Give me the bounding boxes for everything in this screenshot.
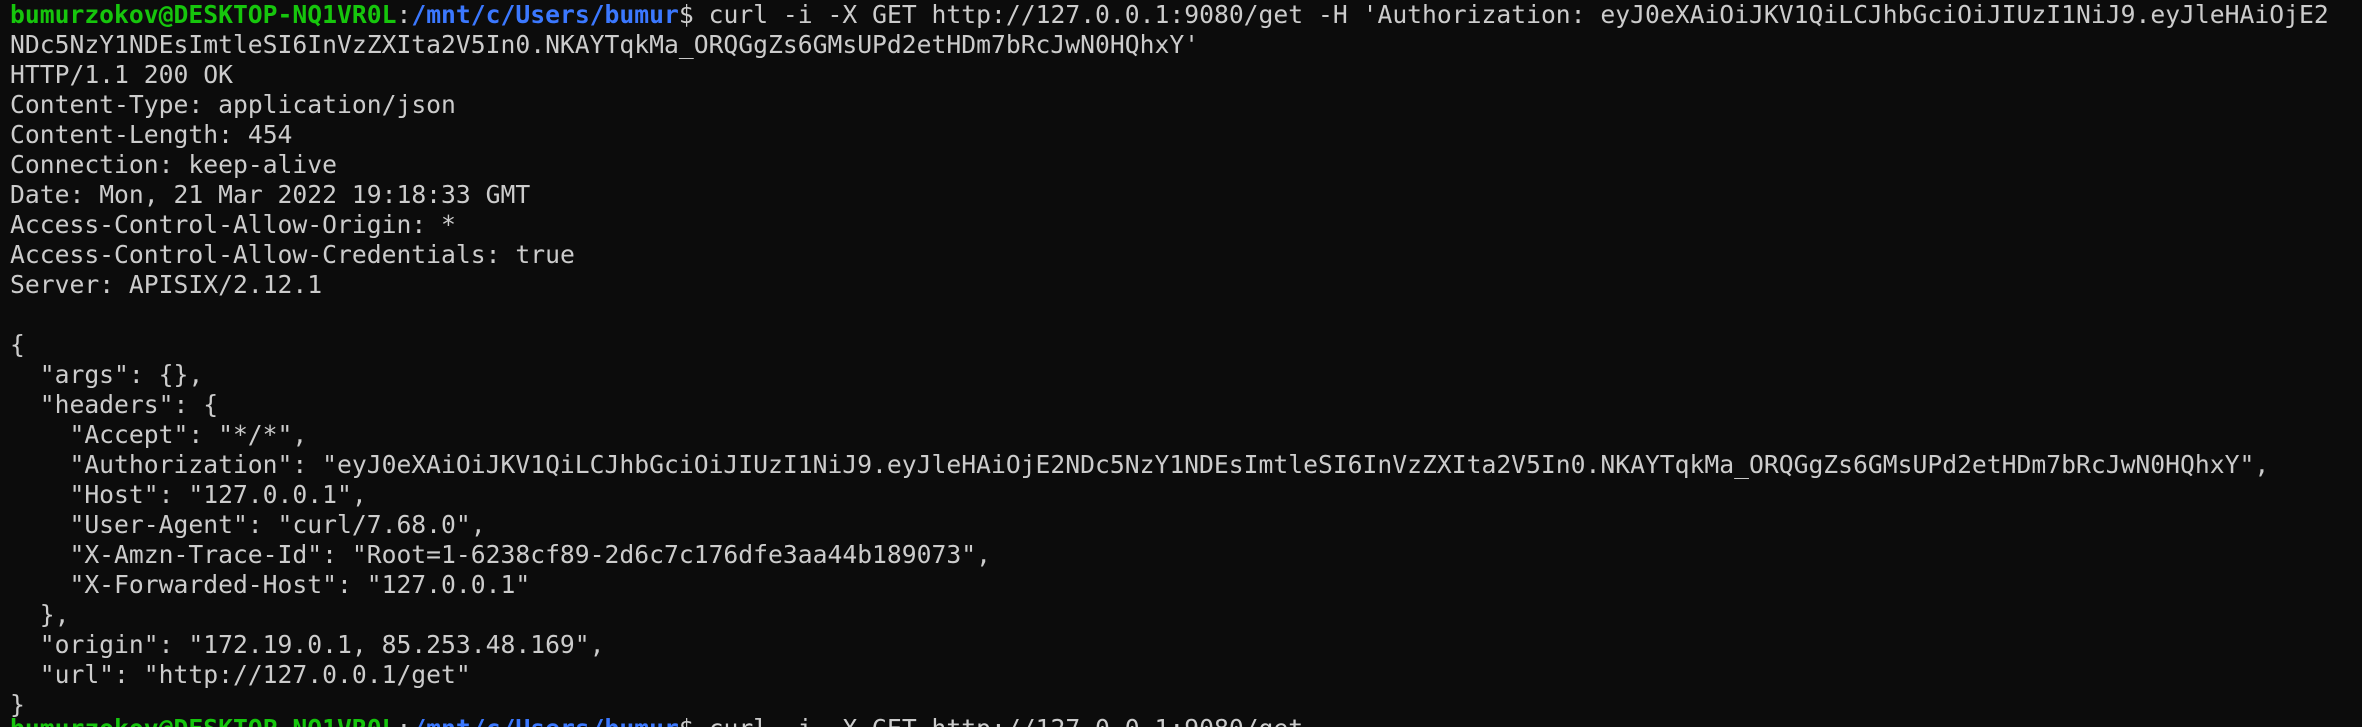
json-body-line: "User-Agent": "curl/7.68.0",	[10, 510, 486, 539]
json-body-line: "X-Forwarded-Host": "127.0.0.1"	[10, 570, 531, 599]
response-header: Connection: keep-alive	[10, 150, 338, 179]
status-line: HTTP/1.1 200 OK	[10, 60, 233, 89]
json-body-line: "origin": "172.19.0.1, 85.253.48.169",	[10, 630, 605, 659]
header-key: Access-Control-Allow-Origin	[10, 210, 412, 239]
prompt-path: /mnt/c/Users/bumur	[411, 714, 679, 727]
json-body-line: "headers": {	[10, 390, 219, 419]
response-header: Content-Type: application/json	[10, 90, 456, 119]
prompt-symbol: $	[678, 0, 709, 29]
command-line-2: NDc5NzY1NDEsImtleSI6InVzZXIta2V5In0.NKAY…	[10, 30, 2362, 60]
command-text-continued: NDc5NzY1NDEsImtleSI6InVzZXIta2V5In0.NKAY…	[10, 30, 1200, 59]
json-body-line: },	[10, 600, 70, 629]
header-key: Access-Control-Allow-Credentials	[10, 240, 486, 269]
command-text: curl -i -X GET http://127.0.0.1:9080/get	[709, 714, 1304, 727]
response-header: Server: APISIX/2.12.1	[10, 270, 323, 299]
header-value: keep-alive	[188, 150, 338, 179]
header-value: APISIX/2.12.1	[128, 270, 323, 299]
prompt-symbol: $	[679, 714, 709, 727]
header-value: application/json	[218, 90, 456, 119]
json-body-line: "url": "http://127.0.0.1/get"	[10, 660, 471, 689]
next-command-line-partial: bumurzokov@DESKTOP-NQ1VR0L:/mnt/c/Users/…	[10, 714, 1303, 727]
header-key: Server	[10, 270, 100, 299]
header-value: Mon, 21 Mar 2022 19:18:33 GMT	[99, 180, 531, 209]
json-body-line: {	[10, 330, 25, 359]
header-key: Connection	[10, 150, 159, 179]
prompt-colon: :	[396, 0, 412, 29]
header-value: true	[515, 240, 575, 269]
json-body-line: "X-Amzn-Trace-Id": "Root=1-6238cf89-2d6c…	[10, 540, 991, 569]
header-key: Content-Length	[10, 120, 219, 149]
header-value: *	[441, 210, 456, 239]
json-body-line: "Authorization": "eyJ0eXAiOiJKV1QiLCJhbG…	[10, 450, 2270, 479]
json-body-line: "Host": "127.0.0.1",	[10, 480, 367, 509]
prompt-user-host: bumurzokov@DESKTOP-NQ1VR0L	[10, 0, 397, 29]
response-header: Content-Length: 454	[10, 120, 293, 149]
header-key: Content-Type	[10, 90, 189, 119]
header-value: 454	[247, 120, 293, 149]
command-line-1: bumurzokov@DESKTOP-NQ1VR0L:/mnt/c/Users/…	[10, 0, 2362, 30]
json-body-line: "Accept": "*/*",	[10, 420, 308, 449]
header-key: Date	[10, 180, 70, 209]
prompt-colon: :	[396, 714, 411, 727]
response-header: Access-Control-Allow-Origin: *	[10, 210, 456, 239]
response-header: Access-Control-Allow-Credentials: true	[10, 240, 575, 269]
json-body-line: "args": {},	[10, 360, 204, 389]
response-header: Date: Mon, 21 Mar 2022 19:18:33 GMT	[10, 180, 531, 209]
terminal-window[interactable]: bumurzokov@DESKTOP-NQ1VR0L:/mnt/c/Users/…	[0, 0, 2362, 727]
prompt-user-host: bumurzokov@DESKTOP-NQ1VR0L	[10, 714, 396, 727]
prompt-path: /mnt/c/Users/bumur	[411, 0, 679, 29]
command-text: curl -i -X GET http://127.0.0.1:9080/get…	[708, 0, 2329, 29]
